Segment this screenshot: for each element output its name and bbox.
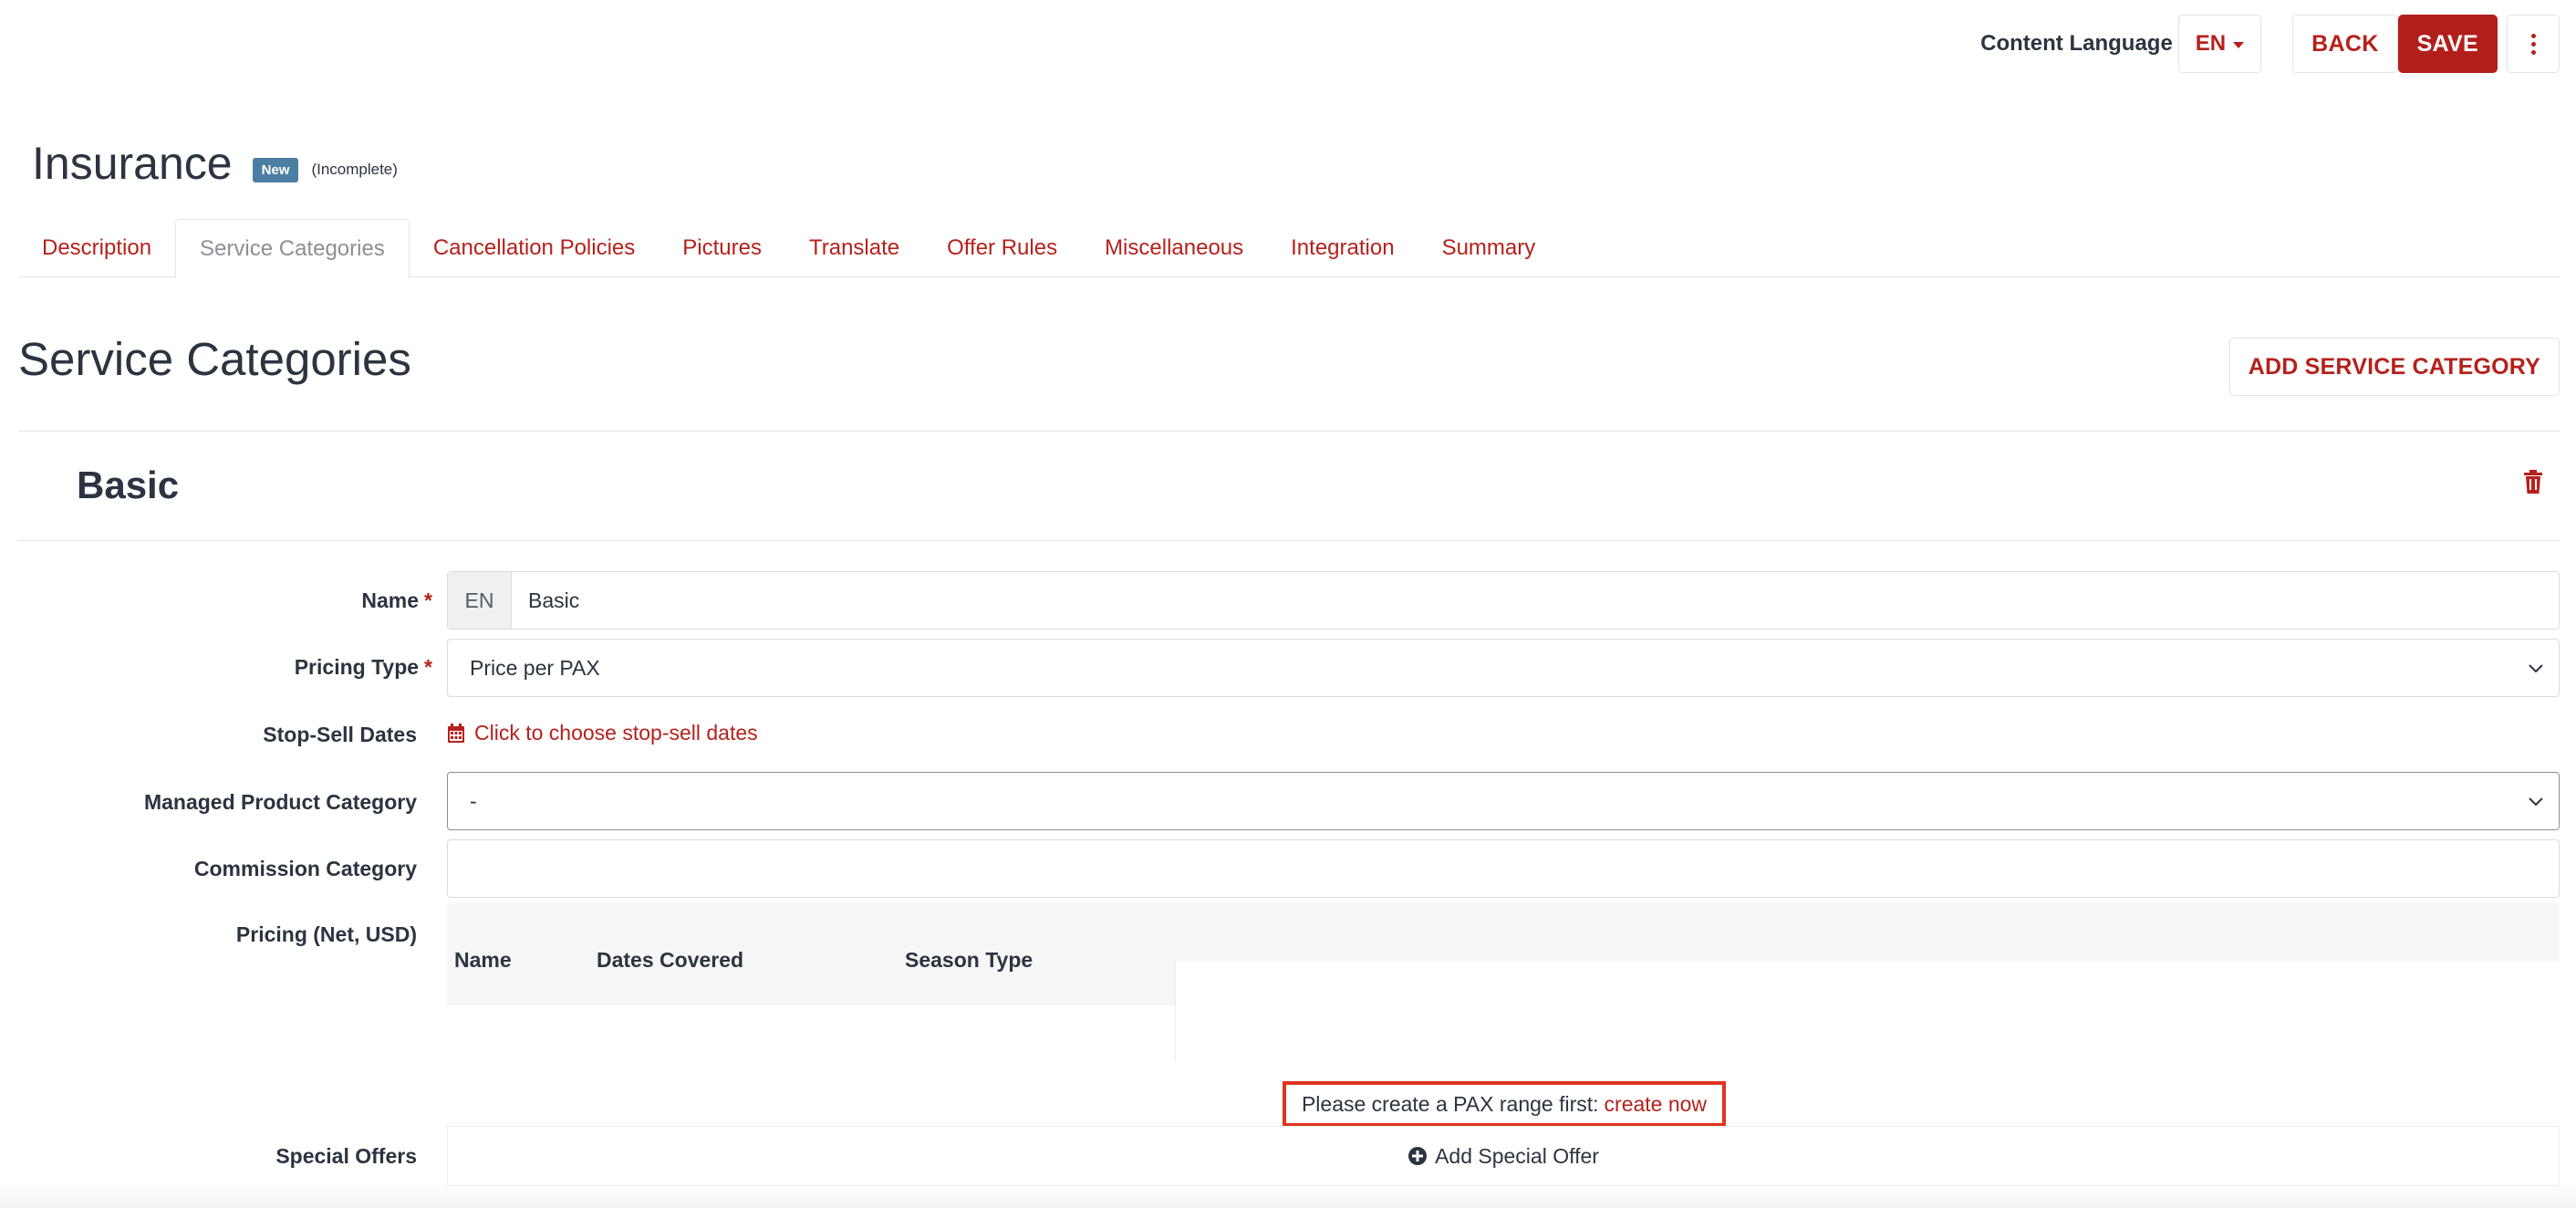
caret-down-icon xyxy=(2233,42,2245,48)
plus-circle-icon[interactable] xyxy=(1407,1146,1428,1166)
stop-sell-label: Stop-Sell Dates xyxy=(263,723,417,746)
tab-summary[interactable]: Summary xyxy=(1418,219,1560,277)
language-value: EN xyxy=(2195,31,2227,56)
required-marker: * xyxy=(424,588,432,612)
new-badge: New xyxy=(252,157,299,182)
special-offers-label: Special Offers xyxy=(275,1144,417,1168)
pricing-label: Pricing (Net, USD) xyxy=(235,922,417,946)
pax-notice-text: Please create a PAX range first: xyxy=(1301,1091,1599,1116)
category-title: Basic xyxy=(77,463,180,506)
top-toolbar: Content Language EN BACK SAVE xyxy=(1980,15,2560,73)
section-title: Service Categories xyxy=(18,333,411,385)
add-special-offer-button[interactable]: Add Special Offer xyxy=(1435,1144,1599,1169)
tab-miscellaneous[interactable]: Miscellaneous xyxy=(1081,219,1267,277)
pricing-table-divider xyxy=(1175,962,1176,1062)
stop-sell-link-text: Click to choose stop-sell dates xyxy=(474,721,758,745)
pricing-type-value: Price per PAX xyxy=(470,655,600,680)
chevron-down-icon xyxy=(2529,664,2543,673)
content-language-label: Content Language xyxy=(1980,31,2173,56)
add-service-category-button[interactable]: ADD SERVICE CATEGORY xyxy=(2228,338,2560,396)
name-input-value[interactable]: Basic xyxy=(512,588,579,613)
stop-sell-dates-link[interactable]: Click to choose stop-sell dates xyxy=(447,721,758,745)
more-options-button[interactable] xyxy=(2507,15,2560,73)
pricing-table xyxy=(447,903,1175,1005)
tab-bar: Description Service Categories Cancellat… xyxy=(18,219,2560,278)
language-dropdown[interactable]: EN xyxy=(2177,15,2262,73)
tab-pictures[interactable]: Pictures xyxy=(659,219,785,277)
page-title: Insurance xyxy=(32,138,233,189)
kebab-menu-icon xyxy=(2530,33,2536,55)
tab-translate[interactable]: Translate xyxy=(785,219,923,277)
page-header: Insurance New (Incomplete) xyxy=(32,137,398,190)
column-header-season-type: Season Type xyxy=(905,948,1034,972)
pricing-type-label-text: Pricing Type xyxy=(294,655,420,679)
tab-cancellation-policies[interactable]: Cancellation Policies xyxy=(410,219,659,277)
tab-offer-rules[interactable]: Offer Rules xyxy=(923,219,1081,277)
pricing-type-select[interactable]: Price per PAX xyxy=(447,639,2560,697)
commission-category-field[interactable] xyxy=(447,839,2560,898)
name-field[interactable]: EN Basic xyxy=(447,571,2560,630)
managed-product-category-label: Managed Product Category xyxy=(143,790,417,814)
chevron-down-icon xyxy=(2529,797,2543,807)
calendar-icon xyxy=(448,723,464,743)
back-button[interactable]: BACK xyxy=(2292,15,2398,73)
managed-product-category-select[interactable]: - xyxy=(447,772,2560,830)
required-marker: * xyxy=(424,655,432,679)
pax-range-notice: Please create a PAX range first: create … xyxy=(1283,1081,1726,1127)
tab-service-categories[interactable]: Service Categories xyxy=(175,219,410,278)
tab-integration[interactable]: Integration xyxy=(1267,219,1418,277)
divider xyxy=(18,431,2560,432)
column-header-name: Name xyxy=(454,948,512,972)
trash-icon[interactable] xyxy=(2523,469,2543,495)
special-offers-area: Add Special Offer xyxy=(447,1126,2560,1186)
name-label-text: Name xyxy=(361,588,420,612)
commission-category-label: Commission Category xyxy=(193,857,417,880)
language-prefix: EN xyxy=(448,572,512,629)
divider xyxy=(18,540,2560,541)
managed-product-category-value: - xyxy=(470,788,477,813)
pricing-table-header-extension xyxy=(1175,903,2560,962)
name-label: Name * xyxy=(361,588,432,613)
status-text: (Incomplete) xyxy=(311,161,398,178)
create-now-link[interactable]: create now xyxy=(1605,1092,1708,1117)
bottom-shadow xyxy=(0,1182,2576,1208)
save-button[interactable]: SAVE xyxy=(2397,15,2498,73)
tab-description[interactable]: Description xyxy=(18,219,175,277)
pricing-type-label: Pricing Type * xyxy=(295,655,432,680)
column-header-dates-covered: Dates Covered xyxy=(597,948,744,972)
